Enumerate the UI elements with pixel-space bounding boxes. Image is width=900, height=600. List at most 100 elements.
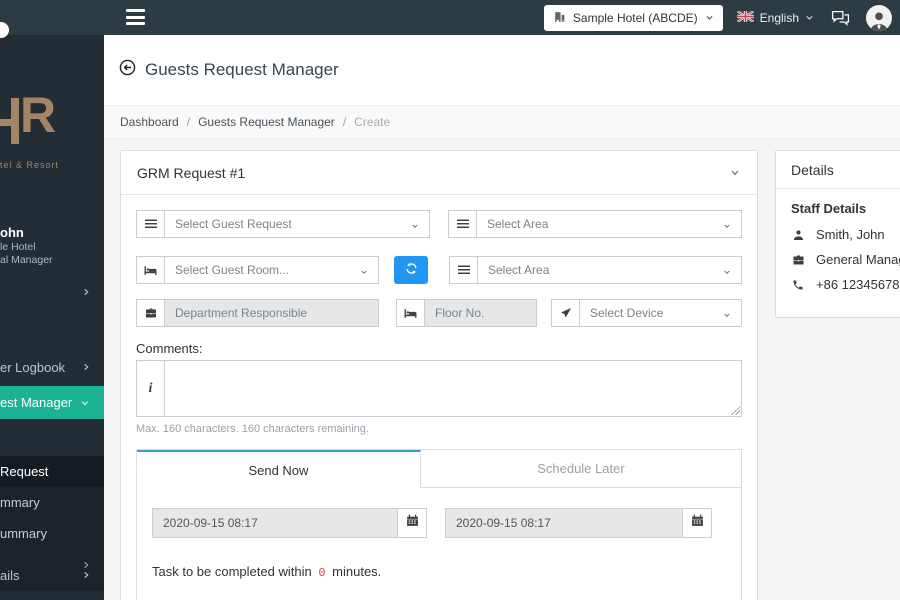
chevron-right-icon bbox=[82, 570, 90, 580]
language-selector[interactable]: English bbox=[736, 9, 814, 25]
back-icon[interactable] bbox=[119, 59, 136, 81]
uk-flag-icon bbox=[736, 9, 755, 25]
submenu-item-request[interactable]: Request bbox=[0, 456, 104, 487]
staff-phone-row: +86 1234567890 bbox=[791, 277, 900, 292]
user-avatar[interactable] bbox=[866, 4, 892, 31]
guest-room-select[interactable]: Select Guest Room... bbox=[164, 256, 379, 284]
briefcase-icon bbox=[791, 254, 805, 266]
breadcrumb-grm[interactable]: Guests Request Manager bbox=[198, 115, 335, 129]
chevron-right-icon bbox=[82, 362, 90, 372]
chevron-down-icon bbox=[722, 219, 732, 233]
building-icon bbox=[553, 10, 566, 26]
datetime-group-1: 2020-09-15 08:17 bbox=[152, 508, 427, 538]
chevron-down-icon bbox=[705, 11, 714, 25]
chevron-down-icon bbox=[722, 308, 732, 322]
schedule-tabs-box: Send Now Schedule Later 2020-09-15 08:17 bbox=[136, 449, 742, 600]
profile-role: al Manager bbox=[0, 254, 53, 266]
submenu-item-summary-1[interactable]: mmary bbox=[0, 487, 104, 518]
task-duration-text: Task to be completed within 0 minutes. bbox=[152, 564, 382, 580]
hotel-logo-icon bbox=[0, 119, 13, 126]
chevron-down-icon bbox=[805, 11, 814, 25]
page-header: Guests Request Manager bbox=[104, 35, 900, 105]
department-group: Department Responsible bbox=[136, 299, 379, 327]
profile-hotel: le Hotel bbox=[0, 241, 36, 253]
guest-request-group: Select Guest Request bbox=[136, 210, 430, 238]
comments-group: i bbox=[136, 360, 742, 417]
calendar-icon bbox=[691, 514, 704, 532]
floor-input: Floor No. bbox=[424, 299, 537, 327]
department-input: Department Responsible bbox=[164, 299, 379, 327]
menu-toggle-icon[interactable] bbox=[126, 9, 145, 25]
hotel-logo-letter: R bbox=[20, 87, 57, 143]
breadcrumb-create: Create bbox=[354, 115, 391, 129]
chevron-down-icon bbox=[80, 399, 90, 407]
sidebar-item-guest-manager[interactable]: est Manager bbox=[0, 386, 104, 419]
person-icon bbox=[791, 229, 805, 241]
datetime-group-2: 2020-09-15 08:17 bbox=[445, 508, 712, 538]
guest-room-group: Select Guest Room... bbox=[136, 256, 379, 284]
staff-details-heading: Staff Details bbox=[791, 201, 867, 216]
main-content: Guests Request Manager Dashboard / Guest… bbox=[104, 35, 900, 600]
info-icon: i bbox=[136, 360, 164, 417]
breadcrumb: Dashboard / Guests Request Manager / Cre… bbox=[104, 105, 900, 139]
datetime-input-1: 2020-09-15 08:17 bbox=[152, 508, 397, 538]
topbar: Sample Hotel (ABCDE) English bbox=[0, 0, 900, 38]
list-icon bbox=[136, 210, 164, 238]
chat-icon[interactable] bbox=[828, 6, 852, 30]
hotel-selector[interactable]: Sample Hotel (ABCDE) bbox=[543, 4, 723, 31]
chevron-down-icon bbox=[722, 265, 732, 279]
chevron-right-icon bbox=[82, 287, 90, 297]
guest-request-select[interactable]: Select Guest Request bbox=[164, 210, 430, 238]
datetime-input-2: 2020-09-15 08:17 bbox=[445, 508, 682, 538]
tab-send-now[interactable]: Send Now bbox=[137, 450, 421, 488]
sidebar-item-1[interactable] bbox=[0, 277, 104, 307]
hotel-logo-subtext: tel & Resort bbox=[0, 160, 60, 170]
staff-name-row: Smith, John bbox=[791, 227, 900, 242]
paper-plane-icon bbox=[551, 299, 579, 327]
sidebar-item-mails[interactable]: ails bbox=[0, 560, 104, 590]
language-label: English bbox=[759, 10, 799, 25]
phone-icon bbox=[791, 279, 805, 291]
staff-role: General Manager bbox=[816, 252, 900, 267]
device-group: Select Device bbox=[551, 299, 742, 327]
bed-icon bbox=[136, 256, 164, 284]
refresh-rooms-button[interactable] bbox=[394, 256, 428, 284]
briefcase-icon bbox=[136, 299, 164, 327]
staff-phone: +86 1234567890 bbox=[816, 277, 900, 292]
page-title: Guests Request Manager bbox=[145, 60, 339, 79]
comments-textarea[interactable] bbox=[165, 361, 741, 416]
details-card: Details Staff Details Smith, John Genera… bbox=[775, 150, 900, 318]
comments-label: Comments: bbox=[136, 341, 203, 356]
chevron-down-icon bbox=[410, 219, 420, 233]
refresh-icon bbox=[405, 262, 418, 278]
resize-handle[interactable] bbox=[731, 406, 740, 415]
chevron-down-icon bbox=[359, 265, 369, 279]
grm-card-title: GRM Request #1 bbox=[137, 164, 246, 181]
sidebar-item-manager-logbook[interactable]: er Logbook bbox=[0, 352, 104, 382]
floor-group: Floor No. bbox=[396, 299, 537, 327]
grm-card-header: GRM Request #1 bbox=[121, 151, 757, 195]
calendar-button-2[interactable] bbox=[682, 508, 712, 538]
area-group-2: Select Area bbox=[449, 256, 742, 284]
calendar-button-1[interactable] bbox=[397, 508, 427, 538]
grm-request-card: GRM Request #1 Select Guest Request Sele… bbox=[120, 150, 758, 600]
profile-name: ohn bbox=[0, 225, 24, 240]
collapse-chevron-icon[interactable] bbox=[729, 168, 741, 177]
list-icon bbox=[449, 256, 477, 284]
sidebar: R tel & Resort ohn le Hotel al Manager e… bbox=[0, 35, 104, 600]
tab-schedule-later[interactable]: Schedule Later bbox=[420, 450, 741, 488]
list-icon bbox=[448, 210, 476, 238]
area-group-1: Select Area bbox=[448, 210, 742, 238]
hotel-selector-label: Sample Hotel (ABCDE) bbox=[572, 10, 698, 25]
area-select-2[interactable]: Select Area bbox=[477, 256, 742, 284]
details-card-title: Details bbox=[776, 151, 900, 189]
breadcrumb-dashboard[interactable]: Dashboard bbox=[120, 115, 179, 129]
staff-role-row: General Manager bbox=[791, 252, 900, 267]
submenu-item-summary-2[interactable]: ummary bbox=[0, 518, 104, 549]
area-select-1[interactable]: Select Area bbox=[476, 210, 742, 238]
calendar-icon bbox=[406, 514, 419, 532]
comments-help-text: Max. 160 characters. 160 characters rema… bbox=[136, 423, 369, 435]
device-select[interactable]: Select Device bbox=[579, 299, 742, 327]
staff-name: Smith, John bbox=[816, 227, 885, 242]
bed-icon bbox=[396, 299, 424, 327]
